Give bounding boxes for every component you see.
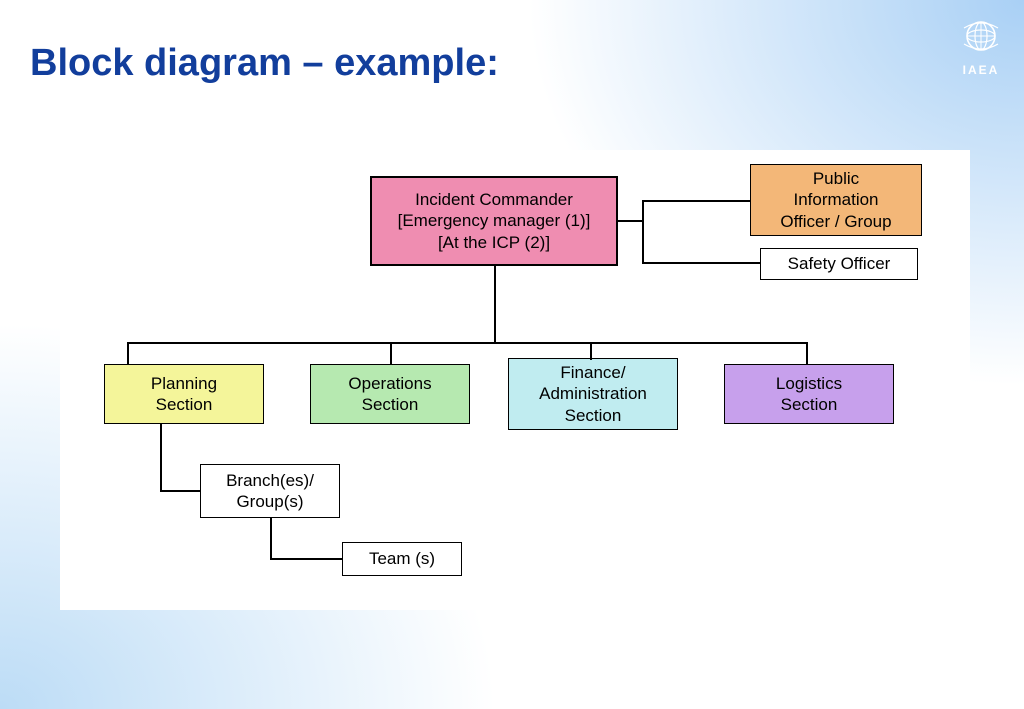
connector-line (590, 342, 592, 360)
connector-line (270, 558, 342, 560)
box-public-information-officer: Public Information Officer / Group (750, 164, 922, 236)
connector-line (160, 424, 162, 492)
connector-line (642, 200, 644, 264)
box-logistics-section: Logistics Section (724, 364, 894, 424)
slide-title: Block diagram – example: (30, 42, 499, 85)
globe-icon (961, 43, 1001, 60)
logo-label: IAEA (954, 63, 1008, 77)
box-safety-officer: Safety Officer (760, 248, 918, 280)
box-incident-commander: Incident Commander [Emergency manager (1… (370, 176, 618, 266)
box-teams: Team (s) (342, 542, 462, 576)
connector-line (390, 342, 392, 364)
box-branches-groups: Branch(es)/ Group(s) (200, 464, 340, 518)
connector-line (642, 200, 750, 202)
iaea-logo: IAEA (954, 16, 1008, 77)
box-finance-admin-section: Finance/ Administration Section (508, 358, 678, 430)
connector-line (618, 220, 644, 222)
connector-line (127, 342, 808, 344)
connector-line (160, 490, 200, 492)
connector-line (642, 262, 760, 264)
connector-line (494, 266, 496, 344)
connector-line (127, 342, 129, 364)
connector-line (806, 342, 808, 364)
diagram-canvas: Incident Commander [Emergency manager (1… (60, 150, 970, 610)
connector-line (270, 518, 272, 560)
box-operations-section: Operations Section (310, 364, 470, 424)
box-planning-section: Planning Section (104, 364, 264, 424)
slide: Block diagram – example: IAEA Incident C… (0, 0, 1024, 709)
